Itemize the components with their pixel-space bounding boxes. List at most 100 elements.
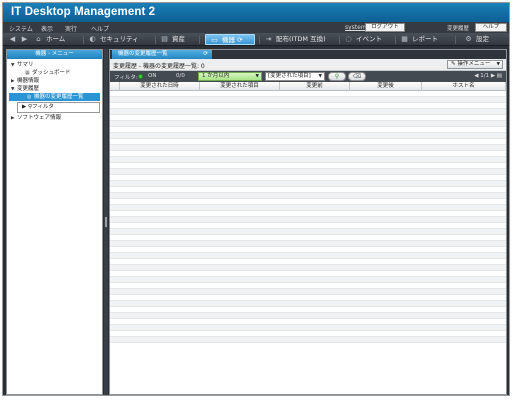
tree-node-dashboard[interactable]: ▦ ダッシュボード [7, 69, 102, 77]
divider [259, 36, 260, 44]
forward-arrow-icon: ▶ [21, 34, 28, 43]
menu-system[interactable]: システム [9, 24, 33, 33]
collapsed-triangle-icon[interactable]: ▶ [22, 104, 26, 110]
panel-splitter[interactable] [104, 49, 108, 395]
chevron-down-icon: ▼ [318, 74, 322, 79]
nav-home-label: ホーム [46, 35, 66, 43]
menu-run[interactable]: 実行 [65, 24, 77, 33]
app-title: IT Desktop Management 2 [11, 6, 156, 18]
tree-node-label: サマリ [17, 62, 34, 68]
tree-node-device-info[interactable]: ▶ 機器情報 [7, 77, 102, 85]
help-button[interactable]: ヘルプ [475, 23, 507, 32]
operation-menu-label: 操作メニュー [457, 61, 491, 67]
nav-settings[interactable]: ⚙ 設定 [463, 34, 489, 45]
history-list-icon: ◎ [27, 94, 32, 100]
event-icon: ◌ [345, 34, 352, 43]
filter-state: ON [148, 73, 157, 79]
tab-label: 機器の変更履歴一覧 [118, 51, 168, 57]
next-page-icon[interactable]: ▶ [491, 73, 495, 79]
tab-strip: 機器の変更履歴一覧 ⟳ [110, 50, 506, 59]
nav-security-label: セキュリティ [100, 35, 139, 43]
nav-assets-label: 資産 [172, 35, 185, 43]
gear-icon: ⚙ [465, 34, 472, 43]
tree-node-filter[interactable]: ▶ ⚲フィルタ [17, 102, 100, 113]
history-table: 変更された日時 変更された項目 変更前 変更後 ホスト名 [110, 82, 506, 343]
tree-node-label: フィルタ [32, 104, 54, 110]
nav-security[interactable]: ◐ セキュリティ [87, 34, 139, 45]
period-select[interactable]: 1 か月以内 ▼ [198, 72, 262, 81]
filter-label: フィルタ: [114, 75, 138, 81]
filter-count: 0/0 [176, 73, 185, 79]
operation-menu-button[interactable]: ✎ 操作メニュー ▼ [447, 60, 503, 69]
forward-button[interactable]: ▶ [19, 34, 29, 45]
splitter-grip[interactable] [105, 217, 107, 227]
apply-filter-button[interactable]: ⚲ [328, 72, 346, 81]
breadcrumb-row: 変更履歴 - 機器の変更履歴一覧: 0 ✎ 操作メニュー ▼ [110, 59, 506, 71]
nav-reports[interactable]: ▦ レポート [399, 34, 438, 45]
eraser-icon: ⌫ [352, 73, 362, 80]
device-icon: ▭ [211, 35, 218, 44]
distribution-icon: ⇥ [265, 34, 272, 43]
back-button[interactable]: ◀ [7, 34, 17, 45]
divider [199, 36, 200, 44]
tree-node-summary[interactable]: ▼ サマリ [7, 61, 102, 69]
column-header[interactable]: 変更前 [280, 82, 350, 91]
nav-events[interactable]: ◌ イベント [343, 34, 382, 45]
logout-button[interactable]: ログアウト [365, 23, 405, 32]
nav-settings-label: 設定 [476, 35, 489, 43]
tree-node-label: 機器の変更履歴一覧 [34, 94, 84, 100]
divider [339, 36, 340, 44]
nav-toolbar: ◀ ▶ ⌂ ホーム ◐ セキュリティ ▤ 資産 ▭ 機器 ⟳ ⇥ 配布(ITDM 互換) … [3, 33, 509, 46]
nav-distribution[interactable]: ⇥ 配布(ITDM 互換) [263, 34, 326, 45]
pager: ◀ 1/1 ▶ ▤ [474, 73, 502, 79]
report-icon: ▦ [401, 34, 408, 43]
table-header: 変更された日時 変更された項目 変更前 変更後 ホスト名 [110, 82, 506, 91]
back-arrow-icon: ◀ [9, 34, 16, 43]
tree-node-label: 変更履歴 [17, 86, 40, 92]
asset-icon: ▤ [161, 34, 168, 43]
sidebar: 機器 - メニュー ▼ サマリ ▦ ダッシュボード ▶ 機器情報 ▼ 変更履歴 ◎ 機器の… [6, 49, 103, 395]
security-icon: ◐ [89, 34, 96, 43]
clear-filter-button[interactable]: ⌫ [348, 72, 366, 81]
column-header[interactable]: 変更後 [350, 82, 422, 91]
tab-device-history[interactable]: 機器の変更履歴一覧 ⟳ [112, 50, 212, 59]
tree-node-history[interactable]: ▼ 変更履歴 [7, 85, 102, 93]
nav-reports-label: レポート [412, 35, 438, 43]
select-all-checkbox[interactable] [110, 82, 120, 91]
app-window: IT Desktop Management 2 システム 表示 実行 ヘルプ s… [2, 2, 510, 396]
refresh-icon[interactable]: ⟳ [237, 36, 242, 44]
chevron-down-icon: ▼ [496, 62, 500, 67]
tree-node-software-info[interactable]: ▶ ソフトウェア情報 [7, 114, 102, 122]
refresh-icon[interactable]: ⟳ [203, 50, 208, 59]
filter-funnel-icon: ⚲ [334, 73, 340, 80]
column-header[interactable]: 変更された項目 [200, 82, 280, 91]
filter-status-indicator[interactable] [138, 74, 143, 79]
column-header[interactable]: ホスト名 [422, 82, 506, 91]
title-bar: IT Desktop Management 2 [3, 3, 509, 22]
nav-distribution-label: 配布(ITDM 互換) [276, 35, 326, 43]
nav-events-label: イベント [356, 35, 382, 43]
divider [83, 36, 84, 44]
tree-node-label: ソフトウェア情報 [17, 115, 62, 121]
prev-page-icon[interactable]: ◀ [474, 73, 478, 79]
dashboard-icon: ▦ [25, 70, 30, 76]
nav-home[interactable]: ⌂ ホーム [33, 34, 65, 45]
breadcrumb: 変更履歴 - 機器の変更履歴一覧: 0 [113, 63, 205, 70]
tree-node-label: 機器情報 [17, 78, 40, 84]
divider [395, 36, 396, 44]
history-link[interactable]: 変更履歴 [447, 24, 469, 32]
export-icon[interactable]: ▤ [497, 73, 502, 79]
menu-help[interactable]: ヘルプ [91, 24, 109, 33]
tree-node-device-history-list[interactable]: ◎ 機器の変更履歴一覧 [9, 93, 100, 101]
nav-assets[interactable]: ▤ 資産 [159, 34, 185, 45]
table-body [110, 91, 506, 343]
field-value: [変更された項目] [268, 73, 311, 79]
menu-bar: システム 表示 実行 ヘルプ system ログアウト 変更履歴 ヘルプ [3, 22, 509, 33]
user-name: system [345, 24, 367, 31]
field-select[interactable]: [変更された項目] ▼ [265, 72, 325, 81]
divider [455, 36, 456, 44]
column-header[interactable]: 変更された日時 [120, 82, 200, 91]
menu-view[interactable]: 表示 [41, 24, 53, 33]
nav-devices[interactable]: ▭ 機器 ⟳ [205, 34, 255, 45]
tree-node-label: ダッシュボード [32, 70, 71, 76]
